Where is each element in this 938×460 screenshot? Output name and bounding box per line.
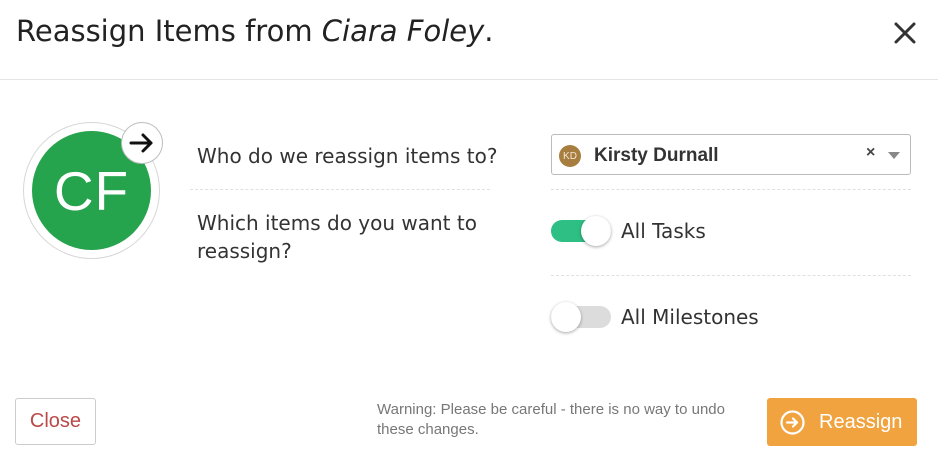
question-who: Who do we reassign items to?: [197, 144, 498, 168]
toggle-all-milestones[interactable]: [551, 302, 611, 332]
toggle-all-tasks[interactable]: [551, 216, 611, 246]
assignee-select[interactable]: KD Kirsty Durnall ×: [551, 134, 911, 175]
modal-header: Reassign Items from Ciara Foley.: [0, 0, 938, 80]
close-icon[interactable]: [889, 17, 921, 49]
row-divider: [551, 275, 911, 276]
question-which: Which items do you want to reassign?: [197, 211, 477, 263]
title-prefix: Reassign Items from: [16, 14, 322, 48]
assignee-avatar: KD: [559, 145, 581, 167]
assignee-name: Kirsty Durnall: [594, 145, 719, 166]
reassign-button-label: Reassign: [819, 411, 903, 433]
chevron-down-icon[interactable]: [888, 152, 900, 159]
toggle-label-all-tasks: All Tasks: [621, 219, 706, 243]
arrow-right-icon: [121, 122, 163, 164]
toggle-knob: [551, 302, 581, 332]
toggle-knob: [581, 216, 611, 246]
clear-selection-icon[interactable]: ×: [866, 144, 875, 162]
reassign-button[interactable]: Reassign: [767, 398, 917, 446]
warning-text: Warning: Please be careful - there is no…: [377, 401, 725, 438]
row-divider: [190, 189, 490, 190]
arrow-circle-right-icon: [780, 410, 805, 435]
modal-title: Reassign Items from Ciara Foley.: [16, 14, 494, 48]
toggle-label-all-milestones: All Milestones: [621, 305, 759, 329]
close-button[interactable]: Close: [15, 398, 96, 445]
title-suffix: .: [484, 14, 494, 48]
row-divider: [551, 189, 911, 190]
title-user-name: Ciara Foley: [321, 14, 485, 48]
